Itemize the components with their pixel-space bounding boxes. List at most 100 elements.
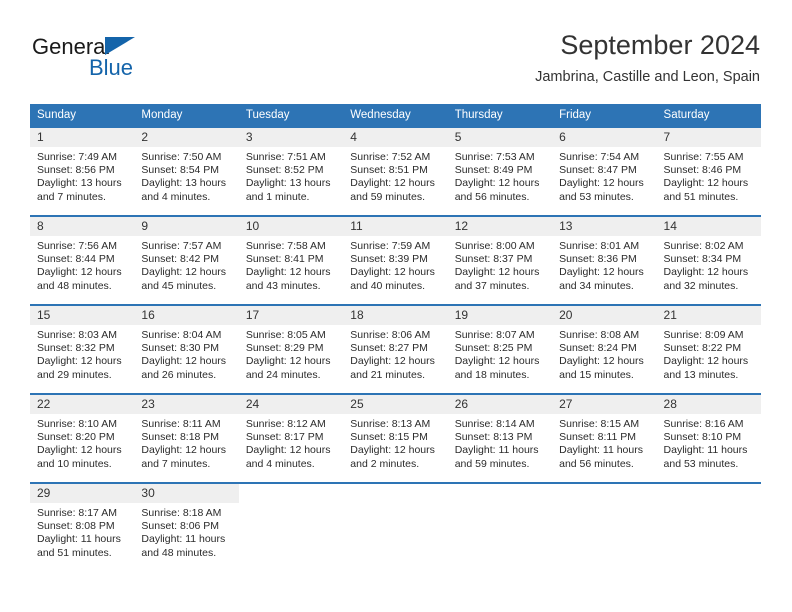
day-details: Sunrise: 7:59 AM Sunset: 8:39 PM Dayligh… bbox=[343, 236, 447, 293]
day-number: 20 bbox=[552, 306, 657, 325]
day-cell[interactable]: 10 Sunrise: 7:58 AM Sunset: 8:41 PM Dayl… bbox=[238, 217, 344, 304]
day-cell[interactable]: 12 Sunrise: 8:00 AM Sunset: 8:37 PM Dayl… bbox=[447, 217, 553, 304]
weekday-header-row: Sunday Monday Tuesday Wednesday Thursday… bbox=[30, 104, 761, 126]
sunrise-text: Sunrise: 8:14 AM bbox=[454, 418, 535, 430]
daylight-text: Daylight: 12 hours and 48 minutes. bbox=[37, 266, 122, 292]
page-header: General Blue September 2024 Jambrina, Ca… bbox=[0, 0, 792, 100]
day-cell[interactable]: 11 Sunrise: 7:59 AM Sunset: 8:39 PM Dayl… bbox=[343, 217, 448, 304]
day-number: 29 bbox=[30, 484, 135, 503]
day-cell[interactable]: 30 Sunrise: 8:18 AM Sunset: 8:06 PM Dayl… bbox=[134, 484, 239, 574]
daylight-text: Daylight: 11 hours and 51 minutes. bbox=[37, 533, 121, 559]
general-blue-logo: General Blue bbox=[32, 34, 252, 90]
day-details: Sunrise: 8:06 AM Sunset: 8:27 PM Dayligh… bbox=[343, 325, 447, 382]
day-details: Sunrise: 7:52 AM Sunset: 8:51 PM Dayligh… bbox=[343, 147, 447, 204]
day-number bbox=[656, 484, 761, 503]
day-details: Sunrise: 8:00 AM Sunset: 8:37 PM Dayligh… bbox=[448, 236, 552, 293]
day-cell[interactable]: 17 Sunrise: 8:05 AM Sunset: 8:29 PM Dayl… bbox=[238, 306, 344, 393]
day-cell[interactable]: 8 Sunrise: 7:56 AM Sunset: 8:44 PM Dayli… bbox=[30, 217, 135, 304]
sunset-text: Sunset: 8:22 PM bbox=[663, 342, 742, 355]
day-number bbox=[238, 484, 344, 503]
day-cell[interactable]: 6 Sunrise: 7:54 AM Sunset: 8:47 PM Dayli… bbox=[552, 128, 657, 215]
day-details: Sunrise: 8:18 AM Sunset: 8:06 PM Dayligh… bbox=[134, 503, 238, 560]
page-subtitle: Jambrina, Castille and Leon, Spain bbox=[535, 69, 760, 85]
day-cell[interactable]: 26 Sunrise: 8:14 AM Sunset: 8:13 PM Dayl… bbox=[447, 395, 553, 482]
day-cell[interactable]: 14 Sunrise: 8:02 AM Sunset: 8:34 PM Dayl… bbox=[656, 217, 761, 304]
day-details: Sunrise: 7:49 AM Sunset: 8:56 PM Dayligh… bbox=[30, 147, 134, 204]
logo-triangle-icon bbox=[105, 37, 135, 55]
weekday-header-thursday: Thursday bbox=[454, 109, 503, 121]
day-number: 1 bbox=[30, 128, 135, 147]
day-number: 17 bbox=[238, 306, 344, 325]
day-number: 26 bbox=[447, 395, 553, 414]
day-number bbox=[447, 484, 553, 503]
day-cell[interactable]: 1 Sunrise: 7:49 AM Sunset: 8:56 PM Dayli… bbox=[30, 128, 135, 215]
sunset-text: Sunset: 8:46 PM bbox=[663, 164, 742, 177]
day-cell-empty bbox=[343, 484, 448, 574]
day-details: Sunrise: 8:15 AM Sunset: 8:11 PM Dayligh… bbox=[552, 414, 656, 471]
daylight-text: Daylight: 12 hours and 51 minutes. bbox=[663, 177, 749, 203]
day-cell-empty bbox=[656, 484, 761, 574]
sunset-text: Sunset: 8:24 PM bbox=[559, 342, 637, 355]
daylight-text: Daylight: 12 hours and 32 minutes. bbox=[663, 266, 749, 292]
day-number: 27 bbox=[552, 395, 657, 414]
weekday-header-sunday: Sunday bbox=[37, 109, 77, 121]
daylight-text: Daylight: 12 hours and 26 minutes. bbox=[141, 355, 227, 381]
logo-text-blue: Blue bbox=[89, 55, 134, 80]
sunrise-text: Sunrise: 7:49 AM bbox=[37, 151, 117, 163]
day-cell[interactable]: 15 Sunrise: 8:03 AM Sunset: 8:32 PM Dayl… bbox=[30, 306, 135, 393]
daylight-text: Daylight: 12 hours and 13 minutes. bbox=[663, 355, 749, 381]
day-cell[interactable]: 29 Sunrise: 8:17 AM Sunset: 8:08 PM Dayl… bbox=[30, 484, 135, 574]
day-cell[interactable]: 24 Sunrise: 8:12 AM Sunset: 8:17 PM Dayl… bbox=[238, 395, 344, 482]
day-cell[interactable]: 20 Sunrise: 8:08 AM Sunset: 8:24 PM Dayl… bbox=[552, 306, 657, 393]
sunrise-text: Sunrise: 8:15 AM bbox=[559, 418, 640, 430]
daylight-text: Daylight: 12 hours and 45 minutes. bbox=[141, 266, 227, 292]
daylight-text: Daylight: 11 hours and 53 minutes. bbox=[663, 444, 748, 470]
day-cell[interactable]: 19 Sunrise: 8:07 AM Sunset: 8:25 PM Dayl… bbox=[447, 306, 553, 393]
title-block: September 2024 Jambrina, Castille and Le… bbox=[535, 28, 760, 88]
day-details: Sunrise: 8:05 AM Sunset: 8:29 PM Dayligh… bbox=[239, 325, 343, 382]
daylight-text: Daylight: 12 hours and 7 minutes. bbox=[141, 444, 227, 470]
day-cell[interactable]: 13 Sunrise: 8:01 AM Sunset: 8:36 PM Dayl… bbox=[552, 217, 657, 304]
sunset-text: Sunset: 8:44 PM bbox=[37, 253, 115, 266]
sunrise-text: Sunrise: 8:09 AM bbox=[663, 329, 744, 341]
sunrise-text: Sunrise: 8:07 AM bbox=[454, 329, 535, 341]
day-cell[interactable]: 21 Sunrise: 8:09 AM Sunset: 8:22 PM Dayl… bbox=[656, 306, 761, 393]
day-number: 15 bbox=[30, 306, 135, 325]
day-cell[interactable]: 18 Sunrise: 8:06 AM Sunset: 8:27 PM Dayl… bbox=[343, 306, 448, 393]
page-title: September 2024 bbox=[560, 30, 760, 60]
day-cell[interactable]: 28 Sunrise: 8:16 AM Sunset: 8:10 PM Dayl… bbox=[656, 395, 761, 482]
day-cell[interactable]: 3 Sunrise: 7:51 AM Sunset: 8:52 PM Dayli… bbox=[238, 128, 344, 215]
day-cell[interactable]: 2 Sunrise: 7:50 AM Sunset: 8:54 PM Dayli… bbox=[134, 128, 239, 215]
daylight-text: Daylight: 12 hours and 43 minutes. bbox=[245, 266, 331, 292]
day-cell[interactable]: 4 Sunrise: 7:52 AM Sunset: 8:51 PM Dayli… bbox=[343, 128, 448, 215]
day-cell[interactable]: 9 Sunrise: 7:57 AM Sunset: 8:42 PM Dayli… bbox=[134, 217, 239, 304]
daylight-text: Daylight: 12 hours and 29 minutes. bbox=[37, 355, 122, 381]
day-number: 28 bbox=[656, 395, 761, 414]
daylight-text: Daylight: 12 hours and 59 minutes. bbox=[350, 177, 435, 203]
sunset-text: Sunset: 8:15 PM bbox=[350, 431, 428, 444]
sunset-text: Sunset: 8:11 PM bbox=[559, 431, 636, 444]
sunset-text: Sunset: 8:17 PM bbox=[245, 431, 324, 444]
sunrise-text: Sunrise: 8:05 AM bbox=[245, 329, 326, 341]
day-cell[interactable]: 7 Sunrise: 7:55 AM Sunset: 8:46 PM Dayli… bbox=[656, 128, 761, 215]
sunrise-text: Sunrise: 7:58 AM bbox=[245, 240, 326, 252]
day-details: Sunrise: 8:17 AM Sunset: 8:08 PM Dayligh… bbox=[30, 503, 134, 560]
day-details: Sunrise: 7:56 AM Sunset: 8:44 PM Dayligh… bbox=[30, 236, 134, 293]
day-number: 24 bbox=[238, 395, 344, 414]
day-number: 23 bbox=[134, 395, 239, 414]
daylight-text: Daylight: 12 hours and 53 minutes. bbox=[559, 177, 644, 203]
day-cell[interactable]: 25 Sunrise: 8:13 AM Sunset: 8:15 PM Dayl… bbox=[343, 395, 448, 482]
weekday-header-tuesday: Tuesday bbox=[245, 109, 290, 121]
day-cell[interactable]: 22 Sunrise: 8:10 AM Sunset: 8:20 PM Dayl… bbox=[30, 395, 135, 482]
day-cell[interactable]: 5 Sunrise: 7:53 AM Sunset: 8:49 PM Dayli… bbox=[447, 128, 553, 215]
sunrise-text: Sunrise: 8:04 AM bbox=[141, 329, 222, 341]
day-cell[interactable]: 23 Sunrise: 8:11 AM Sunset: 8:18 PM Dayl… bbox=[134, 395, 239, 482]
day-details: Sunrise: 8:08 AM Sunset: 8:24 PM Dayligh… bbox=[552, 325, 656, 382]
sunrise-text: Sunrise: 8:01 AM bbox=[559, 240, 640, 252]
day-cell[interactable]: 16 Sunrise: 8:04 AM Sunset: 8:30 PM Dayl… bbox=[134, 306, 239, 393]
weekday-header-saturday: Saturday bbox=[663, 109, 710, 121]
sunrise-text: Sunrise: 7:55 AM bbox=[663, 151, 744, 163]
sunrise-text: Sunrise: 7:53 AM bbox=[454, 151, 535, 163]
day-cell[interactable]: 27 Sunrise: 8:15 AM Sunset: 8:11 PM Dayl… bbox=[552, 395, 657, 482]
day-details: Sunrise: 7:50 AM Sunset: 8:54 PM Dayligh… bbox=[134, 147, 238, 204]
